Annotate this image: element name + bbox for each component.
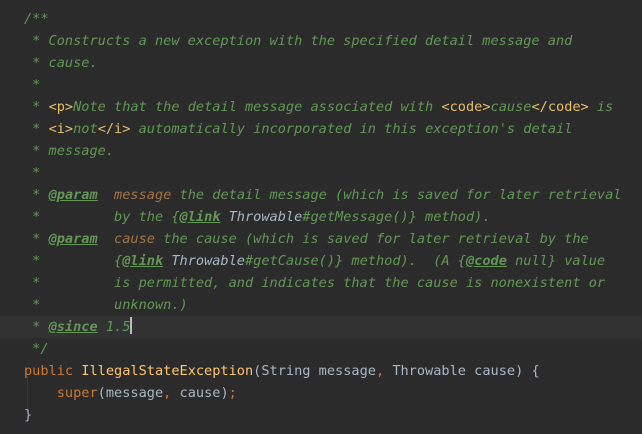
code-token: IllegalStateException (81, 363, 254, 379)
code-line[interactable]: * is permitted, and indicates that the c… (0, 272, 642, 294)
code-token: @code (465, 253, 507, 269)
code-token: @link (179, 209, 221, 225)
code-token: * (24, 319, 49, 335)
code-token: * cause. (24, 55, 98, 71)
code-token: */ (24, 341, 49, 357)
code-token: <i> (48, 121, 74, 137)
code-line[interactable]: public IllegalStateException(String mess… (0, 360, 642, 382)
code-token: } (24, 407, 33, 423)
code-token: #getCause()} method). (A (245, 253, 458, 269)
code-token: <code> (441, 99, 491, 115)
code-token: * (24, 187, 49, 203)
code-line[interactable]: super(message, cause); (0, 382, 642, 404)
code-token: public (24, 363, 82, 379)
code-line[interactable]: * message. (0, 140, 642, 162)
code-token: cause (490, 99, 532, 115)
code-line[interactable]: * {@link Throwable#getCause()} method). … (0, 250, 642, 272)
code-token: { (114, 253, 123, 269)
code-token: message (114, 187, 172, 203)
code-token: * Constructs a new exception with the sp… (24, 33, 573, 49)
code-line[interactable]: } (0, 404, 642, 426)
code-line[interactable]: * unknown.) (0, 294, 642, 316)
code-token: @param (48, 231, 98, 247)
code-token: @since (48, 319, 98, 335)
code-token: * (24, 121, 49, 137)
code-token: cause) (179, 385, 229, 401)
code-token: (message (97, 385, 164, 401)
code-token: @link (122, 253, 164, 269)
code-token: not (73, 121, 98, 137)
code-line[interactable]: * by the {@link Throwable#getMessage()} … (0, 206, 642, 228)
code-token: /** (24, 11, 49, 27)
code-line[interactable]: /** (0, 8, 642, 30)
code-token: super (56, 385, 98, 401)
code-token: null} value (506, 253, 606, 269)
code-line[interactable]: * @param cause the cause (which is saved… (0, 228, 642, 250)
code-token: cause (114, 231, 155, 247)
code-line[interactable]: * <p>Note that the detail message associ… (0, 96, 642, 118)
code-token: is (588, 99, 614, 115)
code-line[interactable]: */ (0, 338, 642, 360)
code-token: @param (48, 187, 98, 203)
code-token: * by the (24, 209, 172, 225)
code-token: the detail message (which is saved for l… (171, 187, 622, 203)
code-token: * message. (24, 143, 115, 159)
code-token: Throwable cause) { (392, 363, 540, 379)
code-token: </i> (97, 121, 131, 137)
code-token: ; (228, 385, 237, 401)
code-token: , (375, 363, 393, 379)
code-token: </code> (531, 99, 589, 115)
code-line[interactable]: * Constructs a new exception with the sp… (0, 30, 642, 52)
code-token: (String message (253, 363, 376, 379)
code-token: Throwable (171, 253, 245, 269)
code-token: { (171, 209, 180, 225)
code-token: { (457, 253, 466, 269)
code-line-current[interactable]: * @since 1.5 (0, 316, 642, 338)
code-line[interactable]: * (0, 162, 642, 184)
code-token: , (163, 385, 180, 401)
code-token: Throwable (228, 209, 303, 225)
code-token: * (24, 77, 41, 93)
code-token: the cause (which is saved for later retr… (154, 231, 589, 247)
code-line[interactable]: * cause. (0, 52, 642, 74)
code-token: * (24, 231, 49, 247)
code-token: 1.5 (97, 319, 131, 335)
code-token: * unknown.) (24, 297, 188, 313)
code-token: * (24, 253, 115, 269)
code-token: * (24, 165, 41, 181)
code-line[interactable]: * (0, 74, 642, 96)
code-line[interactable]: * @param message the detail message (whi… (0, 184, 642, 206)
code-token: automatically incorporated in this excep… (130, 121, 573, 137)
code-token: #getMessage()} method). (302, 209, 491, 225)
code-token: * is permitted, and indicates that the c… (24, 275, 606, 291)
code-token: <p> (48, 99, 74, 115)
text-caret (130, 317, 133, 334)
code-token: Note that the detail message associated … (73, 99, 442, 115)
code-line[interactable]: * <i>not</i> automatically incorporated … (0, 118, 642, 140)
code-editor[interactable]: /** * Constructs a new exception with th… (0, 0, 642, 434)
code-token: * (24, 99, 49, 115)
